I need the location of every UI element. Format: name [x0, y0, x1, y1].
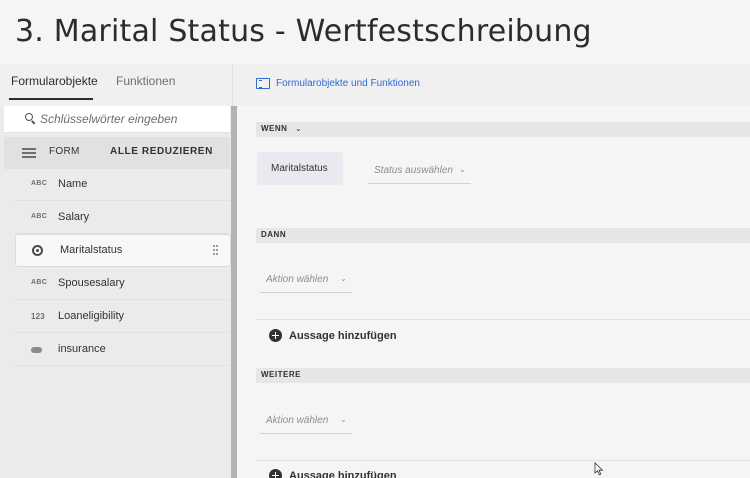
plus-circle-icon: [269, 469, 282, 478]
text-field-icon: ABC: [31, 213, 48, 220]
search-icon: [25, 113, 33, 121]
tree-item-label: Loaneligibility: [58, 310, 125, 322]
objects-and-functions-label: Formularobjekte und Funktionen: [276, 78, 420, 89]
chevron-down-icon: ⌄: [459, 165, 466, 174]
tree-item-salary[interactable]: ABC Salary: [14, 202, 230, 234]
rule-editor-window: 3. Marital Status - Wertfestschreibung F…: [0, 0, 750, 478]
collapse-all-button[interactable]: ALLE REDUZIEREN: [110, 146, 213, 157]
form-objects-panel: FORM ALLE REDUZIEREN ABC Name ABC Salary…: [0, 106, 231, 478]
else-add-statement-button[interactable]: Aussage hinzufügen: [269, 469, 397, 478]
tab-functions[interactable]: Funktionen: [116, 74, 175, 88]
panel-icon: [256, 78, 270, 89]
else-label: WEITERE: [261, 370, 301, 379]
then-action-select[interactable]: Aktion wählen ⌄: [260, 265, 352, 293]
tab-bar: Formularobjekte Funktionen Formularobjek…: [0, 64, 750, 106]
tree-item-label: Salary: [58, 211, 90, 223]
tree-item-insurance[interactable]: insurance: [14, 334, 230, 366]
page-title: 3. Marital Status - Wertfestschreibung: [15, 14, 592, 49]
then-label: DANN: [261, 230, 287, 239]
else-action-select[interactable]: Aktion wählen ⌄: [260, 406, 352, 434]
active-tab-indicator: [9, 98, 93, 100]
tree-item-loaneligibility[interactable]: 123 Loaneligibility: [14, 301, 230, 333]
chevron-down-icon: ⌄: [295, 124, 302, 133]
tree-item-label: Name: [58, 178, 88, 190]
hamburger-icon[interactable]: [22, 148, 36, 158]
text-field-icon: ABC: [31, 279, 48, 286]
tree-item-label: Maritalstatus: [60, 244, 123, 256]
chevron-down-icon: ⌄: [340, 415, 347, 424]
divider: [256, 319, 750, 320]
tree-item-label: insurance: [58, 343, 106, 355]
tree-item-spousesalary[interactable]: ABC Spousesalary: [14, 268, 230, 300]
add-statement-label: Aussage hinzufügen: [289, 329, 397, 342]
then-section-header: DANN: [256, 228, 750, 243]
drag-handle-icon[interactable]: [213, 245, 218, 256]
search-box: [4, 106, 230, 133]
tree-item-maritalstatus[interactable]: Maritalstatus: [15, 234, 231, 267]
toggle-icon: [31, 347, 42, 353]
action-select-placeholder: Aktion wählen: [266, 274, 329, 285]
mouse-cursor-icon: [594, 462, 604, 476]
chevron-down-icon: ⌄: [340, 274, 347, 283]
status-select[interactable]: Status auswählen ⌄: [368, 156, 471, 184]
rule-editor-canvas: WENN ⌄ Maritalstatus Status auswählen ⌄ …: [237, 106, 750, 478]
action-select-placeholder: Aktion wählen: [266, 415, 329, 426]
condition-object-label: Maritalstatus: [271, 163, 328, 174]
text-field-icon: ABC: [31, 180, 48, 187]
tab-form-objects[interactable]: Formularobjekte: [11, 74, 98, 88]
tree-item-name[interactable]: ABC Name: [14, 169, 230, 201]
form-label: FORM: [49, 146, 80, 157]
condition-object-chip[interactable]: Maritalstatus: [257, 152, 343, 185]
status-select-placeholder: Status auswählen: [374, 165, 453, 176]
plus-circle-icon: [269, 329, 282, 342]
numeric-field-icon: 123: [31, 312, 45, 321]
else-section-header: WEITERE: [256, 368, 750, 383]
search-input[interactable]: [40, 110, 225, 128]
when-section-header[interactable]: WENN ⌄: [256, 122, 750, 137]
title-bar: 3. Marital Status - Wertfestschreibung: [0, 0, 750, 64]
divider: [232, 64, 233, 106]
objects-and-functions-toggle[interactable]: Formularobjekte und Funktionen: [256, 78, 420, 89]
radio-button-icon: [32, 245, 43, 256]
form-root-row: FORM ALLE REDUZIEREN: [4, 137, 230, 169]
when-label: WENN: [261, 124, 288, 133]
divider: [256, 460, 750, 461]
then-add-statement-button[interactable]: Aussage hinzufügen: [269, 329, 397, 342]
tree-item-label: Spousesalary: [58, 277, 125, 289]
add-statement-label: Aussage hinzufügen: [289, 469, 397, 478]
